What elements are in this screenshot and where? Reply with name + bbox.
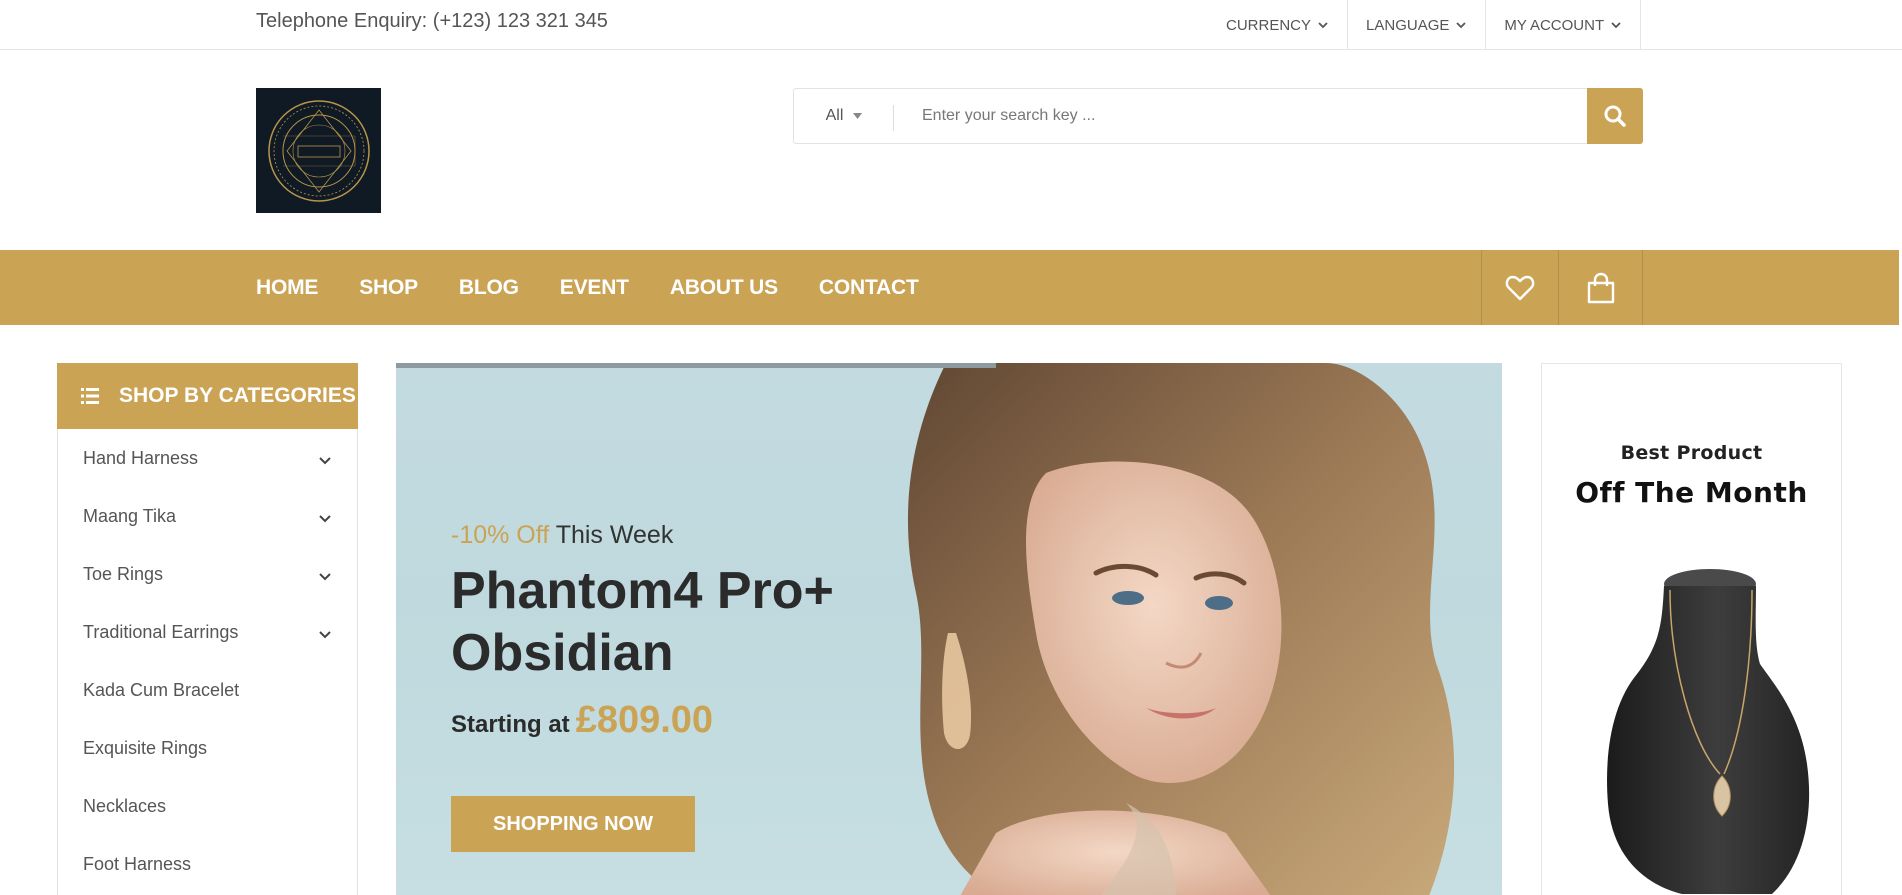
category-traditional-earrings[interactable]: Traditional Earrings	[57, 603, 358, 661]
category-label: Kada Cum Bracelet	[83, 679, 240, 700]
language-menu[interactable]: LANGUAGE	[1348, 0, 1487, 50]
search-bar: All	[793, 88, 1643, 144]
my-account-menu[interactable]: MY ACCOUNT	[1486, 0, 1642, 50]
hero-slider[interactable]: -10% Off This Week Phantom4 Pro+ Obsidia…	[396, 363, 1502, 895]
shopping-bag-icon	[1587, 272, 1614, 303]
search-category-select[interactable]: All	[794, 89, 894, 143]
search-icon	[1604, 105, 1626, 127]
chevron-down-icon	[1611, 22, 1621, 29]
shop-by-categories-header[interactable]: SHOP BY CATEGORIES	[57, 363, 358, 429]
category-toe-rings[interactable]: Toe Rings	[57, 545, 358, 603]
necklace-bust-image	[1607, 569, 1810, 894]
category-label: Traditional Earrings	[83, 621, 239, 642]
nav-event[interactable]: EVENT	[560, 276, 629, 300]
chevron-down-icon[interactable]	[318, 454, 332, 468]
nav-about-us[interactable]: ABOUT US	[670, 276, 778, 300]
best-product-banner[interactable]: Best Product Off The Month	[1541, 363, 1842, 895]
slide-price-line: Starting at £809.00	[451, 699, 713, 742]
chevron-down-icon[interactable]	[318, 628, 332, 642]
chevron-down-icon	[1456, 22, 1467, 29]
banner-subtitle: Best Product	[1620, 442, 1763, 464]
chevron-down-icon[interactable]	[318, 512, 332, 526]
wishlist-button[interactable]	[1481, 250, 1558, 325]
slide-discount: -10% Off	[451, 521, 550, 549]
main-navigation: HOME SHOP BLOG EVENT ABOUT US CONTACT	[0, 250, 1899, 325]
category-label: Necklaces	[83, 795, 167, 816]
cart-button[interactable]	[1558, 250, 1643, 325]
nav-shop[interactable]: SHOP	[359, 276, 418, 300]
slider-progress-bar	[396, 363, 996, 368]
category-label: Foot Harness	[83, 853, 192, 874]
category-hand-harness[interactable]: Hand Harness	[57, 429, 358, 487]
categories-title: SHOP BY CATEGORIES	[119, 384, 356, 407]
nav-menu: HOME SHOP BLOG EVENT ABOUT US CONTACT	[256, 250, 919, 325]
search-category-value: All	[825, 107, 844, 124]
slide-promo: -10% Off This Week	[451, 521, 673, 550]
nav-home[interactable]: HOME	[256, 276, 318, 300]
category-exquisite-rings[interactable]: Exquisite Rings	[57, 719, 358, 777]
category-label: Maang Tika	[83, 505, 177, 526]
category-maang-tika[interactable]: Maang Tika	[57, 487, 358, 545]
top-bar: Telephone Enquiry: (+123) 123 321 345 CU…	[0, 0, 1902, 50]
shopping-now-button[interactable]: SHOPPING NOW	[451, 796, 695, 852]
category-label: Hand Harness	[83, 447, 199, 468]
search-input[interactable]	[894, 89, 1587, 143]
chevron-down-icon	[1318, 22, 1328, 29]
category-label: Exquisite Rings	[83, 737, 208, 758]
logo-emblem	[267, 99, 370, 202]
top-menus: CURRENCY LANGUAGE MY ACCOUNT	[1208, 0, 1642, 50]
category-kada-cum-bracelet[interactable]: Kada Cum Bracelet	[57, 661, 358, 719]
site-logo[interactable]	[256, 88, 381, 213]
language-label: LANGUAGE	[1366, 16, 1450, 34]
chevron-down-icon[interactable]	[318, 570, 332, 584]
heart-icon	[1505, 275, 1535, 300]
category-necklaces[interactable]: Necklaces	[57, 777, 358, 835]
nav-contact[interactable]: CONTACT	[819, 276, 919, 300]
slide-starting-label: Starting at	[451, 711, 570, 738]
category-list: Hand Harness Maang Tika Toe Rings Tradit…	[57, 429, 358, 893]
nav-blog[interactable]: BLOG	[459, 276, 519, 300]
telephone-enquiry: Telephone Enquiry: (+123) 123 321 345	[256, 10, 608, 32]
slide-headline: Phantom4 Pro+ Obsidian	[451, 562, 834, 682]
currency-label: CURRENCY	[1226, 16, 1312, 34]
currency-menu[interactable]: CURRENCY	[1208, 0, 1349, 50]
my-account-label: MY ACCOUNT	[1504, 16, 1605, 34]
slide-discount-suffix: This Week	[555, 521, 674, 549]
list-icon	[81, 388, 99, 404]
nav-actions	[1481, 250, 1643, 325]
banner-title: Off The Month	[1575, 476, 1808, 509]
search-button[interactable]	[1587, 88, 1643, 144]
category-label: Toe Rings	[83, 563, 164, 584]
category-foot-harness[interactable]: Foot Harness	[57, 835, 358, 893]
slide-price: £809.00	[575, 699, 714, 741]
caret-down-icon	[853, 113, 863, 119]
